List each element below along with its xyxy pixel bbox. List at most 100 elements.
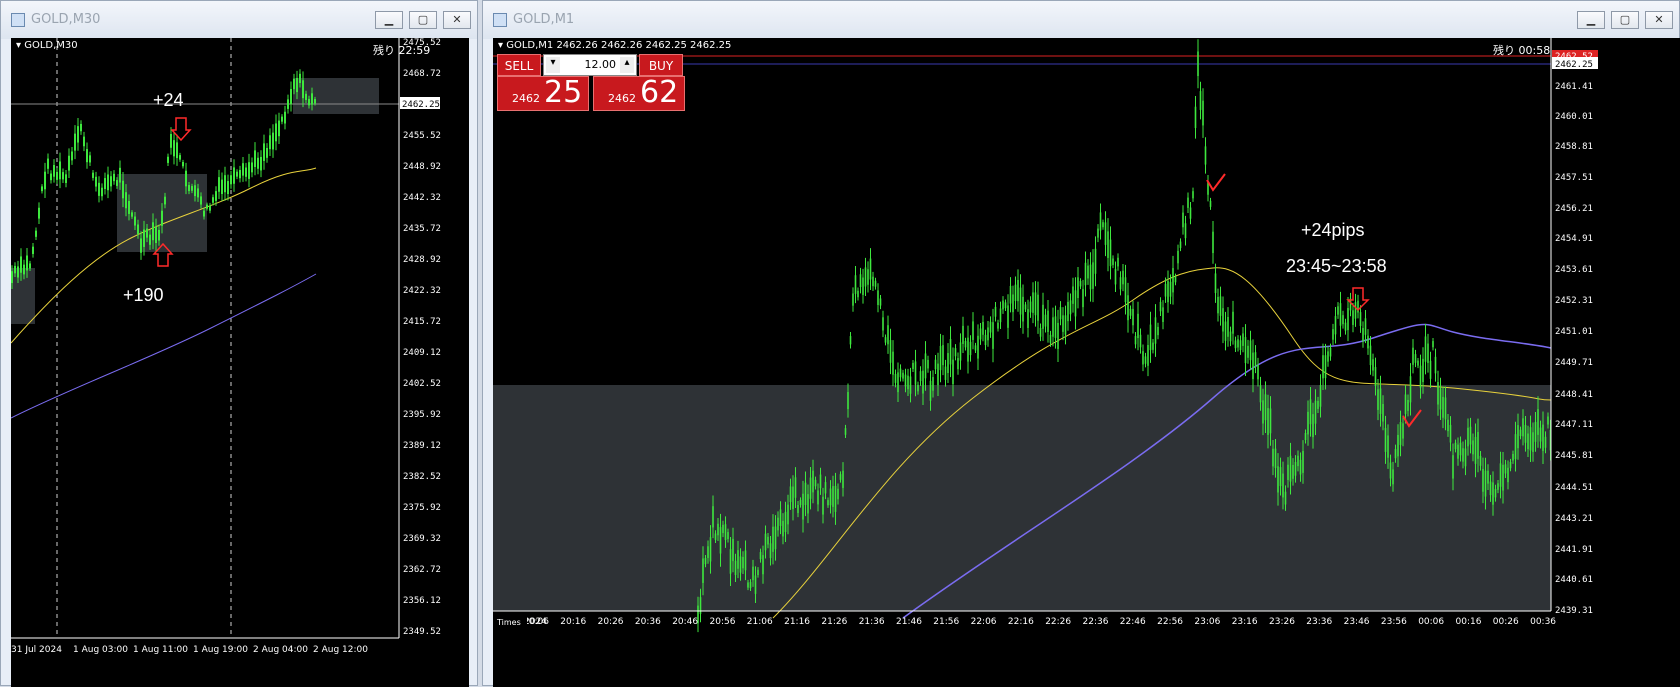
lot-size-field[interactable]: ▾ 12.00 ▴ xyxy=(543,54,637,76)
candle-body xyxy=(994,306,997,317)
remaining-time: 残り 00:58 xyxy=(1493,44,1551,57)
candle-body xyxy=(1274,448,1277,468)
candle-body xyxy=(1484,470,1487,497)
candle-body xyxy=(188,185,190,192)
candle-body xyxy=(1407,399,1409,411)
candle-body xyxy=(1204,146,1207,165)
candle-body xyxy=(1179,241,1182,248)
candle-body xyxy=(817,490,819,505)
candle-body xyxy=(897,372,899,393)
symbol-label-text: GOLD,M1 2462.26 2462.26 2462.25 2462.25 xyxy=(506,40,732,51)
maximize-button[interactable]: ▢ xyxy=(409,11,437,29)
candle-body xyxy=(1322,355,1324,379)
annotation-text: +24pips xyxy=(1301,220,1365,240)
candle-body xyxy=(1487,470,1489,484)
candle-body xyxy=(1364,318,1367,335)
candle-body xyxy=(311,93,313,105)
candle-body xyxy=(1187,197,1189,208)
minimize-button[interactable]: ▁ xyxy=(375,11,403,29)
price-axis-label: 2455.52 xyxy=(403,131,441,141)
close-button[interactable]: ✕ xyxy=(1645,11,1673,29)
candle-body xyxy=(852,293,854,306)
candle-body xyxy=(1159,301,1162,312)
time-axis-label: 22:36 xyxy=(1083,617,1109,627)
candle-body xyxy=(764,533,767,551)
candle-body xyxy=(149,234,151,245)
time-axis-label: 20:56 xyxy=(710,617,736,627)
candle-body xyxy=(1327,351,1329,362)
price-chart-m30[interactable]: +24 +190 2475.52 2468.72 2462.25 2455.52 2448.… xyxy=(11,38,469,687)
candle-body xyxy=(1247,345,1249,358)
candle-body xyxy=(714,533,717,540)
candle-body xyxy=(799,499,802,506)
price-axis-label: 2382.52 xyxy=(403,472,441,482)
price-axis-label: 2441.91 xyxy=(1555,545,1593,555)
candle-body xyxy=(989,321,992,333)
candle-body xyxy=(837,488,839,500)
candle-body xyxy=(927,359,929,369)
remaining-time: 残り 22:59 xyxy=(373,44,431,57)
price-axis-label: 2428.92 xyxy=(403,255,441,265)
buy-price-button[interactable]: 2462 62 xyxy=(593,75,685,111)
candle-body xyxy=(1352,310,1354,325)
candle-body xyxy=(263,143,265,161)
candle-body xyxy=(56,171,58,180)
candle-body xyxy=(872,276,874,287)
candle-body xyxy=(727,532,729,540)
sell-button[interactable]: SELL xyxy=(497,54,541,76)
candle-body xyxy=(1502,464,1504,491)
candle-body xyxy=(251,162,253,173)
chart-window-gold-m30[interactable]: GOLD,M30 ▁ ▢ ✕ +24 +190 2475.52 2468.72 2462… xyxy=(0,0,478,687)
time-axis-label: 20:46 xyxy=(672,617,698,627)
chart-canvas[interactable]: +24pips23:45~23:582462.522462.252461.412… xyxy=(493,38,1680,687)
title-bar[interactable]: GOLD,M1 ▁ ▢ ✕ xyxy=(483,1,1679,39)
candle-body xyxy=(969,341,972,356)
candle-body xyxy=(1399,422,1402,445)
candle-body xyxy=(1154,317,1157,344)
candle-body xyxy=(1004,302,1007,309)
candle-body xyxy=(1292,464,1294,479)
candle-body xyxy=(1287,464,1289,480)
candle-body xyxy=(299,73,301,83)
candle-body xyxy=(1547,416,1549,425)
close-button[interactable]: ✕ xyxy=(443,11,471,29)
lot-size-value[interactable]: 12.00 xyxy=(566,58,617,71)
candle-body xyxy=(1439,388,1442,410)
candle-body xyxy=(254,150,256,167)
candle-body xyxy=(206,204,208,209)
buy-button[interactable]: BUY xyxy=(639,54,683,76)
candle-body xyxy=(1192,191,1194,199)
candle-body xyxy=(290,89,292,104)
candle-body xyxy=(1347,308,1349,331)
candle-body xyxy=(308,98,310,106)
candle-body xyxy=(849,336,852,345)
candle-body xyxy=(1414,354,1417,363)
chart-canvas[interactable]: +24+1902475.522468.722462.252455.522448.… xyxy=(11,38,469,687)
candle-body xyxy=(293,78,295,90)
lot-increase-button[interactable]: ▴ xyxy=(620,57,634,73)
price-chart-m1[interactable]: +24pips23:45~23:582462.522462.252461.412… xyxy=(493,38,1680,687)
candle-body xyxy=(170,134,172,148)
candle-body xyxy=(932,377,934,391)
candle-body xyxy=(32,246,34,254)
candle-body xyxy=(857,290,859,298)
candle-body xyxy=(1082,288,1084,308)
candle-body xyxy=(164,196,166,205)
candle-body xyxy=(1077,277,1079,299)
sell-price-button[interactable]: 2462 25 xyxy=(497,75,589,111)
title-bar[interactable]: GOLD,M30 ▁ ▢ ✕ xyxy=(1,1,477,39)
maximize-button[interactable]: ▢ xyxy=(1611,11,1639,29)
one-click-trading-panel[interactable]: SELL ▾ 12.00 ▴ BUY 2462 25 2462 62 xyxy=(497,54,691,112)
candle-body xyxy=(1087,265,1089,279)
price-axis-label: 2468.72 xyxy=(403,69,441,79)
lot-decrease-button[interactable]: ▾ xyxy=(546,57,560,73)
candle-body xyxy=(1354,302,1357,319)
minimize-button[interactable]: ▁ xyxy=(1577,11,1605,29)
chart-window-gold-m1[interactable]: GOLD,M1 ▁ ▢ ✕ +24pips23:45~23:582462.522… xyxy=(482,0,1680,687)
candle-body xyxy=(1469,426,1472,445)
candle-body xyxy=(744,550,747,571)
candle-body xyxy=(1464,448,1467,467)
candle-body xyxy=(233,167,235,184)
candle-body xyxy=(284,111,286,124)
candle-body xyxy=(739,556,742,573)
